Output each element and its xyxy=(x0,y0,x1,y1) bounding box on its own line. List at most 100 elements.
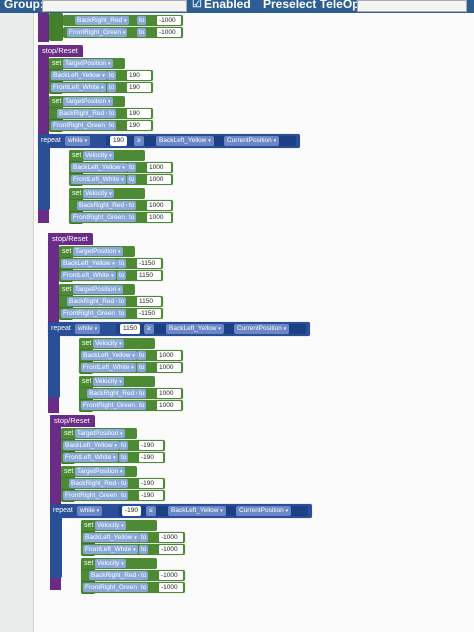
target-property-dropdown[interactable]: TargetPosition ▾ xyxy=(73,247,123,256)
variable-dropdown[interactable]: FrontRight_Green ▾ xyxy=(83,583,144,592)
value-field[interactable]: -190 xyxy=(139,491,163,500)
assign-line[interactable]: BackLeft_Yellow ▾ to -1000 xyxy=(81,532,185,543)
motor-dropdown[interactable]: BackLeft_Yellow ▾ xyxy=(166,324,224,334)
assign-line[interactable]: FrontLeft_White ▾ to 190 xyxy=(49,82,153,93)
value-field[interactable]: 1000 xyxy=(147,201,171,210)
partial-line-1[interactable]: BackRight_Red ▾ to -1000 xyxy=(63,15,183,26)
velocity-property-dropdown[interactable]: Velocity ▾ xyxy=(93,339,124,348)
operator-dropdown[interactable]: ≥ xyxy=(134,136,144,146)
value-field[interactable]: -1000 xyxy=(159,571,183,580)
while-dropdown[interactable]: while ▾ xyxy=(65,136,91,146)
variable-dropdown[interactable]: FrontRight_Green ▾ xyxy=(63,491,124,500)
value-field[interactable]: -1000 xyxy=(159,583,183,592)
set-velocity-header[interactable]: set Velocity ▾ xyxy=(81,520,157,531)
set-velocity-header[interactable]: set Velocity ▾ xyxy=(81,558,157,569)
variable-dropdown[interactable]: BackLeft_Yellow ▾ xyxy=(61,259,117,268)
partial-line-2[interactable]: FrontRight_Green ▾ to -1000 xyxy=(63,27,183,38)
variable-dropdown[interactable]: FrontRight_Green ▾ xyxy=(81,401,142,410)
repeat-while-block[interactable]: repeat while ▾ -190 ≤ BackLeft_Yellow ▾ Curre… xyxy=(50,504,312,518)
value-field[interactable]: -1150 xyxy=(137,259,161,268)
value-field[interactable]: 1000 xyxy=(157,401,181,410)
set-target-header[interactable]: set TargetPosition ▾ xyxy=(61,428,137,439)
variable-dropdown[interactable]: FrontLeft_White ▾ xyxy=(81,363,136,372)
property-dropdown[interactable]: CurrentPosition ▾ xyxy=(234,324,290,334)
value-field[interactable]: 1000 xyxy=(157,363,181,372)
target-property-dropdown[interactable]: TargetPosition ▾ xyxy=(75,467,125,476)
value-field[interactable]: -1000 xyxy=(159,533,183,542)
set-target-header[interactable]: set TargetPosition ▾ xyxy=(49,58,125,69)
group-title[interactable]: stop/Reset xyxy=(50,415,95,427)
set-velocity-header[interactable]: set Velocity ▾ xyxy=(69,188,145,199)
variable-dropdown[interactable]: BackRight_Red ▾ xyxy=(87,389,141,398)
value-field[interactable]: -1150 xyxy=(137,309,161,318)
variable-dropdown[interactable]: BackLeft_Yellow ▾ xyxy=(63,441,119,450)
value-field[interactable]: 1150 xyxy=(137,297,161,306)
assign-line[interactable]: FrontRight_Green ▾to 190 xyxy=(49,120,153,131)
variable-dropdown[interactable]: FrontRight_Green ▾ xyxy=(51,121,112,130)
assign-line[interactable]: FrontRight_Green ▾to 1000 xyxy=(69,212,173,223)
set-target-header[interactable]: set TargetPosition ▾ xyxy=(59,246,135,257)
variable-dropdown[interactable]: BackRight_Red ▾ xyxy=(57,109,111,118)
assign-line[interactable]: BackRight_Red ▾to -190 xyxy=(61,478,165,489)
set-velocity-header[interactable]: set Velocity ▾ xyxy=(69,150,145,161)
value-field[interactable]: 1000 xyxy=(147,213,171,222)
target-property-dropdown[interactable]: TargetPosition ▾ xyxy=(75,429,125,438)
assign-line[interactable]: FrontLeft_White ▾ to 1000 xyxy=(69,174,173,185)
variable-dropdown[interactable]: BackRight_Red ▾ xyxy=(67,297,121,306)
set-velocity-header[interactable]: set Velocity ▾ xyxy=(79,338,155,349)
assign-line[interactable]: BackRight_Red ▾to 1150 xyxy=(59,296,163,307)
group-title[interactable]: stop/Reset xyxy=(38,45,83,57)
target-property-dropdown[interactable]: TargetPosition ▾ xyxy=(63,97,113,106)
property-dropdown[interactable]: CurrentPosition ▾ xyxy=(236,506,292,516)
assign-line[interactable]: FrontRight_Green ▾to -1000 xyxy=(81,582,185,593)
value-field[interactable]: 1000 xyxy=(157,351,181,360)
enabled-checkbox[interactable]: ☑ xyxy=(192,0,202,10)
set-target-header[interactable]: set TargetPosition ▾ xyxy=(49,96,125,107)
assign-line[interactable]: BackRight_Red ▾to -1000 xyxy=(81,570,185,581)
assign-line[interactable]: BackLeft_Yellow ▾ to 190 xyxy=(49,70,153,81)
operator-dropdown[interactable]: ≤ xyxy=(146,506,156,516)
value-field[interactable]: -1000 xyxy=(157,28,181,37)
assign-line[interactable]: FrontLeft_White ▾ to -1000 xyxy=(81,544,185,555)
motor-dropdown[interactable]: BackLeft_Yellow ▾ xyxy=(168,506,226,516)
set-velocity-header[interactable]: set Velocity ▾ xyxy=(79,376,155,387)
variable-dropdown[interactable]: FrontRight_Green ▾ xyxy=(61,309,122,318)
variable-dropdown[interactable]: BackLeft_Yellow ▾ xyxy=(81,351,137,360)
value-field[interactable]: 1150 xyxy=(137,271,161,280)
target-property-dropdown[interactable]: TargetPosition ▾ xyxy=(73,285,123,294)
assign-line[interactable]: FrontRight_Green ▾to 1000 xyxy=(79,400,183,411)
set-target-header[interactable]: set TargetPosition ▾ xyxy=(59,284,135,295)
value-field[interactable]: 190 xyxy=(127,109,151,118)
value-field[interactable]: 190 xyxy=(127,121,151,130)
var-dropdown[interactable]: BackRight_Red ▾ xyxy=(75,16,129,25)
property-dropdown[interactable]: CurrentPosition ▾ xyxy=(224,136,280,146)
assign-line[interactable]: BackRight_Red ▾to 190 xyxy=(49,108,153,119)
assign-line[interactable]: BackRight_Red ▾to 1000 xyxy=(69,200,173,211)
value-field[interactable]: 1000 xyxy=(157,389,181,398)
group-input[interactable] xyxy=(42,0,187,12)
operator-dropdown[interactable]: ≥ xyxy=(144,324,154,334)
assign-line[interactable]: FrontRight_Green ▾to -190 xyxy=(61,490,165,501)
value-field[interactable]: 1000 xyxy=(147,175,171,184)
value-field[interactable]: 190 xyxy=(127,83,151,92)
variable-dropdown[interactable]: BackRight_Red ▾ xyxy=(69,479,123,488)
assign-line[interactable]: BackRight_Red ▾to 1000 xyxy=(79,388,183,399)
group-title[interactable]: stop/Reset xyxy=(48,233,93,245)
repeat-while-block[interactable]: repeat while ▾ 190 ≥ BackLeft_Yellow ▾ Curren… xyxy=(38,134,300,148)
value-field[interactable]: -190 xyxy=(139,479,163,488)
condition-value[interactable]: 1150 xyxy=(120,324,140,334)
variable-dropdown[interactable]: FrontLeft_White ▾ xyxy=(51,83,106,92)
assign-line[interactable]: BackLeft_Yellow ▾ to 1000 xyxy=(79,350,183,361)
assign-line[interactable]: FrontRight_Green ▾to -1150 xyxy=(59,308,163,319)
variable-dropdown[interactable]: BackLeft_Yellow ▾ xyxy=(71,163,127,172)
value-field[interactable]: -190 xyxy=(139,441,163,450)
velocity-property-dropdown[interactable]: Velocity ▾ xyxy=(83,151,114,160)
velocity-property-dropdown[interactable]: Velocity ▾ xyxy=(95,521,126,530)
value-field[interactable]: -1000 xyxy=(157,16,181,25)
variable-dropdown[interactable]: FrontLeft_White ▾ xyxy=(71,175,126,184)
value-field[interactable]: -190 xyxy=(139,453,163,462)
variable-dropdown[interactable]: BackRight_Red ▾ xyxy=(89,571,143,580)
assign-line[interactable]: FrontLeft_White ▾ to -190 xyxy=(61,452,165,463)
assign-line[interactable]: FrontLeft_White ▾ to 1000 xyxy=(79,362,183,373)
assign-line[interactable]: FrontLeft_White ▾ to 1150 xyxy=(59,270,163,281)
